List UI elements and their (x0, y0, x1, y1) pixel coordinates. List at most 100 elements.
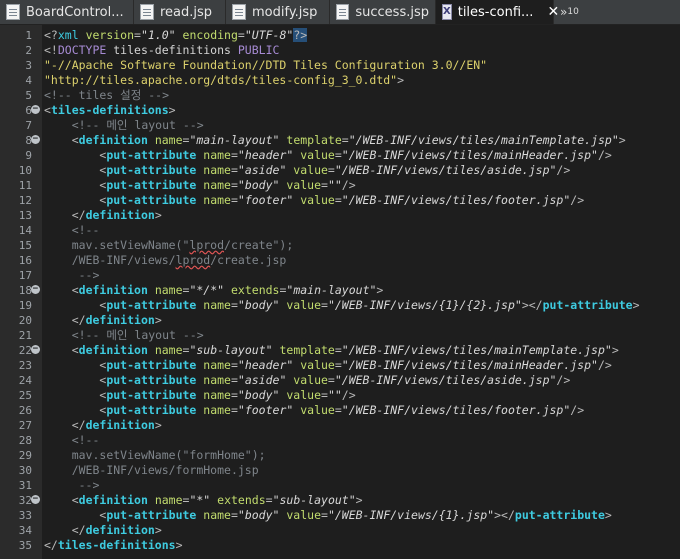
code-line[interactable]: 19 <put-attribute name="body" value="/WE… (0, 298, 680, 313)
code-text: </definition> (44, 208, 162, 223)
tab-label: modify.jsp (252, 4, 318, 20)
tab-overflow-button[interactable]: » 10 (554, 0, 585, 24)
code-line[interactable]: 15 mav.setViewName("lprod/create"); (0, 238, 680, 253)
tab-label: BoardControl... (26, 4, 124, 20)
code-line[interactable]: 14 <!-- (0, 223, 680, 238)
code-text: <!-- 메인 layout --> (44, 328, 204, 343)
code-token: = (230, 148, 238, 162)
code-line[interactable]: 34 </definition> (0, 523, 680, 538)
code-token: /WEB-INF/views/ (71, 253, 176, 267)
fold-toggle-icon[interactable]: − (31, 345, 40, 354)
code-editor[interactable]: 1 <?xml version="1.0" encoding="UTF-8"?> 2… (0, 25, 680, 559)
code-token: = (321, 508, 328, 522)
code-token: put-attribute (106, 373, 204, 387)
code-line[interactable]: 12 <put-attribute name="footer" value="/… (0, 193, 680, 208)
line-number: 5 (25, 89, 32, 102)
code-line[interactable]: 2 <!DOCTYPE tiles-definitions PUBLIC (0, 43, 680, 58)
code-line[interactable]: 23 <put-attribute name="header" value="/… (0, 358, 680, 373)
code-token: name (203, 358, 231, 372)
line-number: 33 (18, 509, 32, 522)
code-line[interactable]: 6− <tiles-definitions> (0, 103, 680, 118)
code-text: <put-attribute name="body" value="/WEB-I… (44, 298, 639, 313)
code-line[interactable]: 21 <!-- 메인 layout --> (0, 328, 680, 343)
code-line[interactable]: 29 mav.setViewName("formHome"); (0, 448, 680, 463)
code-line[interactable]: 31 --> (0, 478, 680, 493)
code-token: --> (78, 478, 100, 492)
code-token: put-attribute (514, 508, 605, 522)
code-line[interactable]: 10 <put-attribute name="aside" value="/W… (0, 163, 680, 178)
code-line[interactable]: 3 "-//Apache Software Foundation//DTD Til… (0, 58, 680, 73)
code-token: "/WEB-INF/views/{1}/{2}.jsp" (327, 298, 522, 312)
code-token: encoding (182, 28, 238, 42)
fold-toggle-icon[interactable]: − (31, 135, 40, 144)
fold-toggle-icon[interactable]: − (31, 105, 40, 114)
code-token: /> (570, 193, 585, 207)
line-number: 6 (25, 104, 32, 117)
code-line[interactable]: 4 "http://tiles.apache.org/dtds/tiles-con… (0, 73, 680, 88)
code-line[interactable]: 17 --> (0, 268, 680, 283)
code-line[interactable]: 1 <?xml version="1.0" encoding="UTF-8"?> (0, 28, 680, 43)
fold-toggle-icon[interactable]: − (31, 495, 40, 504)
file-icon (6, 4, 20, 20)
code-line[interactable]: 33 <put-attribute name="body" value="/WE… (0, 508, 680, 523)
code-token: "sub-layout" (189, 343, 280, 357)
code-line[interactable]: 20 </definition> (0, 313, 680, 328)
code-line[interactable]: 30 /WEB-INF/views/formHome.jsp (0, 463, 680, 478)
tab-success-jsp[interactable]: success.jsp (330, 0, 436, 24)
tab-read-jsp[interactable]: read.jsp (134, 0, 226, 24)
code-token: "/WEB-INF/views/tiles/mainTemplate.jsp" (341, 343, 612, 357)
code-line[interactable]: 27 </definition> (0, 418, 680, 433)
code-token: "/WEB-INF/views/tiles/aside.jsp" (334, 373, 557, 387)
code-token: put-attribute (106, 163, 204, 177)
code-token: value (286, 388, 321, 402)
fold-toggle-icon[interactable]: − (31, 285, 40, 294)
code-token: mav.setViewName(" (71, 238, 190, 252)
tab-tiles-config[interactable]: X tiles-confi... ✕ (436, 0, 559, 24)
code-token: name (203, 388, 231, 402)
tab-modify-jsp[interactable]: modify.jsp (226, 0, 330, 24)
code-line[interactable]: 11 <put-attribute name="body" value=""/> (0, 178, 680, 193)
code-line[interactable]: 26 <put-attribute name="footer" value="/… (0, 403, 680, 418)
code-line[interactable]: 7 <!-- 메인 layout --> (0, 118, 680, 133)
code-line[interactable]: 24 <put-attribute name="aside" value="/W… (0, 373, 680, 388)
line-number: 1 (25, 29, 32, 42)
code-token: "-//Apache Software Foundation//DTD Tile… (44, 58, 488, 72)
code-token: /create"); (224, 238, 294, 252)
code-line[interactable]: 22− <definition name = "sub-layout" templa… (0, 343, 680, 358)
tab-boardcontroller[interactable]: BoardControl... (0, 0, 134, 24)
code-token: = (237, 28, 245, 42)
overflow-count: 10 (567, 7, 579, 17)
code-token: lprod (189, 238, 225, 252)
line-number: 34 (18, 524, 32, 537)
code-token: = (230, 298, 238, 312)
code-token: > (154, 523, 162, 537)
line-number: 23 (18, 359, 32, 372)
code-text: </definition> (44, 313, 162, 328)
code-line[interactable]: 32− <definition name="*" extends="sub-la… (0, 493, 680, 508)
code-line[interactable]: 16 /WEB-INF/views/lprod/create.jsp (0, 253, 680, 268)
code-line[interactable]: 5 <!-- tiles 설정 --> (0, 88, 680, 103)
code-token: name (203, 403, 231, 417)
code-line[interactable]: 25 <put-attribute name="body" value=""/> (0, 388, 680, 403)
code-line[interactable]: 13 </definition> (0, 208, 680, 223)
code-line[interactable]: 8− <definition name = "main-layout" templa… (0, 133, 680, 148)
code-token: = (334, 358, 342, 372)
code-token: = (321, 298, 328, 312)
line-number: 35 (18, 539, 32, 552)
code-line[interactable]: 9 <put-attribute name="header" value="/W… (0, 148, 680, 163)
code-token: </ (71, 523, 86, 537)
code-line[interactable]: 35 </tiles-definitions> (0, 538, 680, 553)
code-token: name (154, 493, 183, 507)
code-token: "*" (189, 493, 218, 507)
code-line[interactable]: 28 <!-- (0, 433, 680, 448)
code-text: <put-attribute name="body" value=""/> (44, 388, 355, 403)
code-token: ></ (494, 508, 515, 522)
code-token: "body" (237, 178, 287, 192)
code-line[interactable]: 18− <definition name="*/*" extends="main… (0, 283, 680, 298)
code-token: definition (78, 343, 155, 357)
code-token: put-attribute (106, 388, 204, 402)
